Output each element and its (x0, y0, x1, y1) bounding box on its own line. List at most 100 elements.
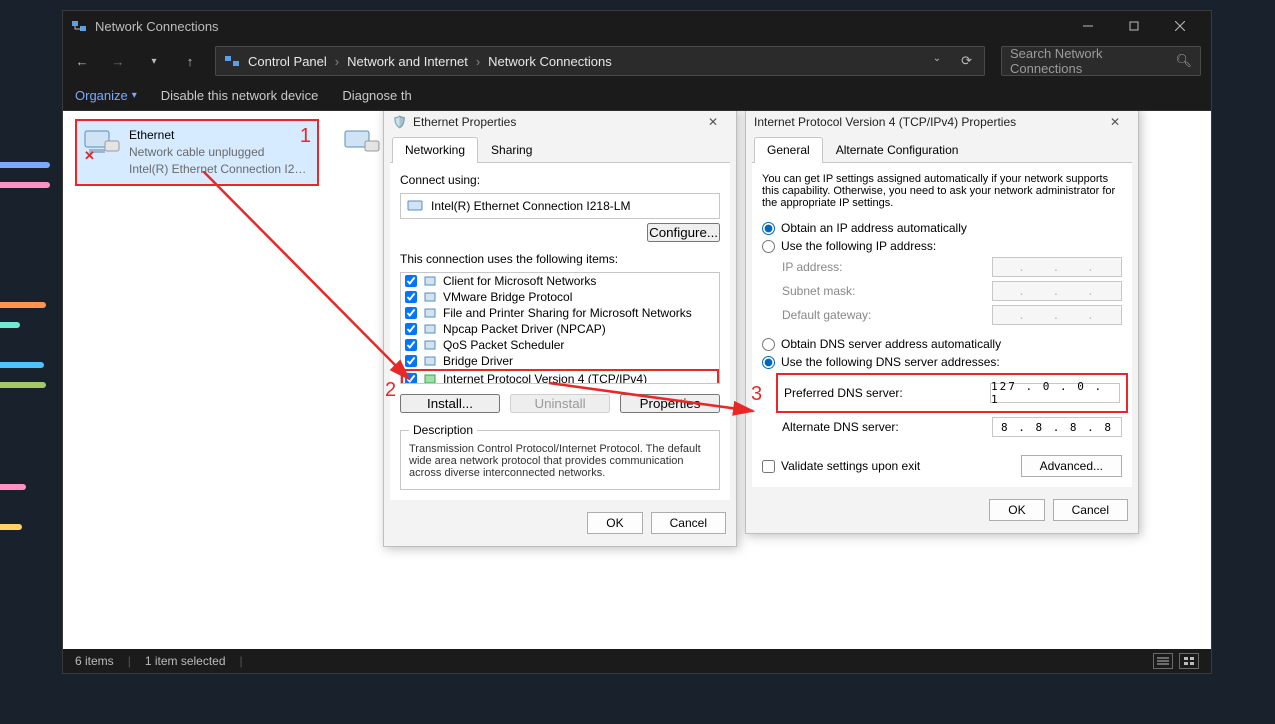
search-input[interactable]: Search Network Connections 🔍︎ (1001, 46, 1201, 76)
titlebar: Network Connections (63, 11, 1211, 41)
annotation-step-2: 2 (385, 379, 396, 402)
ip-address-field: . . . (992, 257, 1122, 277)
svg-text:✕: ✕ (84, 148, 95, 163)
preferred-dns-field[interactable]: 127 . 0 . 0 . 1 (990, 383, 1120, 403)
breadcrumb[interactable]: Control Panel (248, 54, 327, 69)
radio-use-dns[interactable] (762, 356, 775, 369)
tcpip-properties-dialog: Internet Protocol Version 4 (TCP/IPv4) P… (745, 111, 1139, 534)
component-icon (423, 372, 437, 384)
maximize-button[interactable] (1111, 11, 1157, 41)
addr-dropdown[interactable]: ⌄ (933, 53, 941, 69)
network-connections-icon (71, 18, 87, 34)
list-item: File and Printer Sharing for Microsoft N… (401, 305, 719, 321)
annotation-step-1: 1 (300, 125, 311, 148)
connection-status: Network cable unplugged (129, 144, 313, 161)
tab-alternate[interactable]: Alternate Configuration (823, 137, 972, 163)
tab-networking[interactable]: Networking (392, 137, 478, 163)
chevron-right-icon: › (333, 54, 341, 69)
connections-list: ✕ Ethernet Network cable unplugged Intel… (63, 111, 1211, 649)
validate-checkbox[interactable] (762, 460, 775, 473)
navigation-row: ← → ▾ ↑ Control Panel › Network and Inte… (63, 41, 1211, 81)
configure-button[interactable]: Configure... (647, 223, 720, 242)
refresh-button[interactable]: ⟳ (961, 53, 972, 69)
uninstall-button[interactable]: Uninstall (510, 394, 610, 413)
background-decoration (0, 0, 62, 724)
tab-general[interactable]: General (754, 137, 823, 163)
advanced-button[interactable]: Advanced... (1021, 455, 1122, 477)
status-bar: 6 items | 1 item selected | (63, 649, 1211, 673)
nic-icon: ✕ (81, 127, 121, 163)
component-checkbox[interactable] (405, 323, 417, 335)
component-icon (423, 306, 437, 320)
window-title: Network Connections (95, 19, 219, 34)
breadcrumb[interactable]: Network Connections (488, 54, 612, 69)
component-icon (423, 274, 437, 288)
component-icon (423, 290, 437, 304)
organize-menu[interactable]: Organize▾ (75, 88, 137, 103)
properties-button[interactable]: Properties (620, 394, 720, 413)
list-item: Client for Microsoft Networks (401, 273, 719, 289)
install-button[interactable]: Install... (400, 394, 500, 413)
component-icon (423, 338, 437, 352)
list-item: VMware Bridge Protocol (401, 289, 719, 305)
list-item-tcpipv4: Internet Protocol Version 4 (TCP/IPv4) (401, 369, 719, 384)
cancel-button[interactable]: Cancel (1053, 499, 1128, 521)
chevron-right-icon: › (474, 54, 482, 69)
uses-label: This connection uses the following items… (400, 252, 720, 266)
ok-button[interactable]: OK (989, 499, 1044, 521)
component-checkbox[interactable] (405, 373, 417, 384)
breadcrumb[interactable]: Network and Internet (347, 54, 468, 69)
network-connections-icon (224, 53, 240, 69)
component-icon (423, 354, 437, 368)
chevron-down-icon: ▾ (132, 90, 137, 101)
adapter-name: Intel(R) Ethernet Connection I218-LM (431, 199, 630, 213)
diagnose-button[interactable]: Diagnose th (342, 88, 411, 103)
selection-count: 1 item selected (145, 654, 226, 668)
component-checkbox[interactable] (405, 291, 417, 303)
radio-obtain-dns[interactable] (762, 338, 775, 351)
dialog-title: Internet Protocol Version 4 (TCP/IPv4) P… (754, 115, 1016, 129)
recent-dropdown[interactable]: ▾ (145, 56, 163, 67)
default-gateway-field: . . . (992, 305, 1122, 325)
disable-device-button[interactable]: Disable this network device (161, 88, 319, 103)
cancel-button[interactable]: Cancel (651, 512, 726, 534)
address-bar[interactable]: Control Panel › Network and Internet › N… (215, 46, 985, 76)
toolbar: Organize▾ Disable this network device Di… (63, 81, 1211, 111)
connection-name: Ethernet (129, 127, 313, 144)
list-item: Npcap Packet Driver (NPCAP) (401, 321, 719, 337)
close-button[interactable]: ✕ (1100, 111, 1130, 136)
network-connections-window: Network Connections ← → ▾ ↑ Control Pane… (62, 10, 1212, 674)
component-checkbox[interactable] (405, 275, 417, 287)
ok-button[interactable]: OK (587, 512, 642, 534)
ethernet-properties-dialog: 🛡️ Ethernet Properties ✕ Networking Shar… (383, 111, 737, 547)
up-button[interactable]: ↑ (181, 54, 199, 69)
component-checkbox[interactable] (405, 355, 417, 367)
nic-icon (407, 198, 423, 214)
component-checkbox[interactable] (405, 339, 417, 351)
radio-obtain-ip[interactable] (762, 222, 775, 235)
tab-sharing[interactable]: Sharing (478, 137, 545, 163)
search-placeholder: Search Network Connections (1010, 46, 1167, 76)
close-button[interactable] (1157, 11, 1203, 41)
component-checkbox[interactable] (405, 307, 417, 319)
minimize-button[interactable] (1065, 11, 1111, 41)
components-listbox[interactable]: Client for Microsoft Networks VMware Bri… (400, 272, 720, 384)
description-box: Description Transmission Control Protoco… (400, 423, 720, 490)
list-item: Bridge Driver (401, 353, 719, 369)
preferred-dns-row: Preferred DNS server:127 . 0 . 0 . 1 (776, 373, 1128, 413)
component-icon (423, 322, 437, 336)
back-button[interactable]: ← (73, 54, 91, 69)
details-view-icon[interactable] (1153, 653, 1173, 669)
close-button[interactable]: ✕ (698, 111, 728, 136)
nic-icon (341, 127, 381, 163)
list-item: QoS Packet Scheduler (401, 337, 719, 353)
connection-adapter: Intel(R) Ethernet Connection I218... (129, 161, 313, 178)
subnet-mask-field: . . . (992, 281, 1122, 301)
large-icons-view-icon[interactable] (1179, 653, 1199, 669)
connect-using-label: Connect using: (400, 173, 720, 187)
forward-button[interactable]: → (109, 54, 127, 69)
connection-item-ethernet[interactable]: ✕ Ethernet Network cable unplugged Intel… (75, 119, 319, 186)
alternate-dns-field[interactable]: 8 . 8 . 8 . 8 (992, 417, 1122, 437)
radio-use-ip[interactable] (762, 240, 775, 253)
annotation-step-3: 3 (751, 383, 762, 406)
